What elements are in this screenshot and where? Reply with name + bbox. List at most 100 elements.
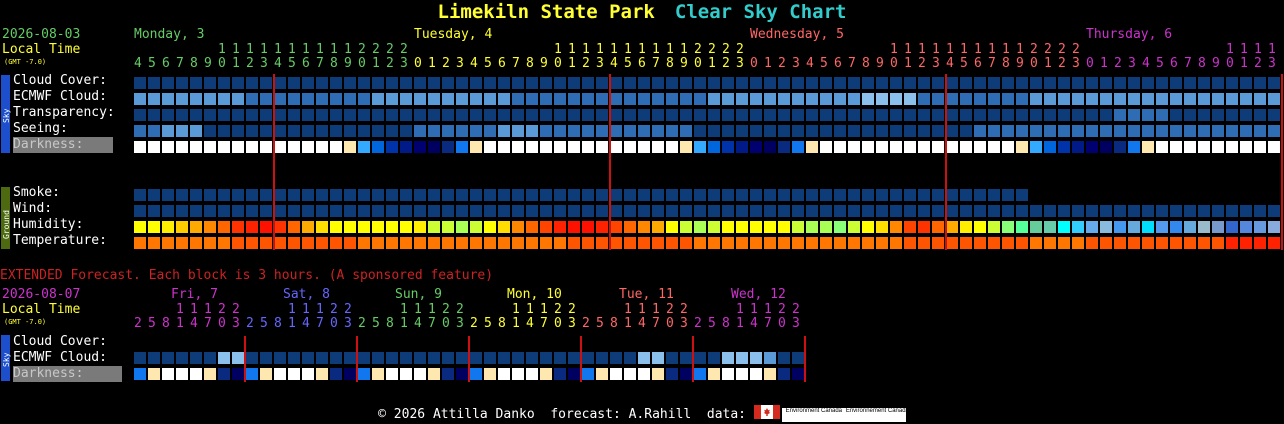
extended-darkness-cell xyxy=(204,368,216,380)
transparency-cell xyxy=(1030,109,1042,121)
temperature-cell xyxy=(862,237,874,249)
hour-ones: 3 xyxy=(736,56,744,71)
humidity-cell xyxy=(862,221,874,233)
temperature-cell xyxy=(358,237,370,249)
darkness-cell xyxy=(176,141,188,153)
wind-cell xyxy=(764,205,776,217)
hour-ones: 0 xyxy=(890,56,898,71)
wind-cell xyxy=(190,205,202,217)
ecmwf-cloud-cell xyxy=(1044,93,1056,105)
hour-tens: 2 xyxy=(1030,42,1038,57)
extended-darkness-cell xyxy=(148,368,160,380)
seeing-cell xyxy=(554,125,566,137)
extended-darkness-cell xyxy=(414,368,426,380)
extended-midnight-line xyxy=(580,336,582,382)
darkness-cell xyxy=(442,141,454,153)
sky-row-label: Darkness: xyxy=(13,137,113,153)
seeing-cell xyxy=(1142,125,1154,137)
cloud-cover-cell xyxy=(372,77,384,89)
cloud-cover-cell xyxy=(1058,77,1070,89)
wind-cell xyxy=(736,205,748,217)
smoke-cell xyxy=(680,189,692,201)
cloud-cover-cell xyxy=(666,77,678,89)
hour-ones: 1 xyxy=(904,56,912,71)
wind-cell xyxy=(876,205,888,217)
extended-darkness-cell xyxy=(162,368,174,380)
transparency-cell xyxy=(862,109,874,121)
temperature-cell xyxy=(736,237,748,249)
cloud-cover-cell xyxy=(344,77,356,89)
transparency-cell xyxy=(1198,109,1210,121)
smoke-cell xyxy=(400,189,412,201)
seeing-cell xyxy=(1226,125,1238,137)
seeing-cell xyxy=(484,125,496,137)
extended-hour-ones: 4 xyxy=(638,316,646,331)
extended-hour-tens: 1 xyxy=(638,302,646,317)
ecmwf-cloud-cell xyxy=(372,93,384,105)
cloud-cover-cell xyxy=(736,77,748,89)
darkness-cell xyxy=(526,141,538,153)
seeing-cell xyxy=(1072,125,1084,137)
hour-tens: 1 xyxy=(274,42,282,57)
transparency-cell xyxy=(386,109,398,121)
smoke-cell xyxy=(918,189,930,201)
day-label: Tuesday, 4 xyxy=(414,27,493,42)
ecmwf-cloud-cell xyxy=(1184,93,1196,105)
darkness-cell xyxy=(862,141,874,153)
extended-darkness-cell xyxy=(358,368,370,380)
humidity-cell xyxy=(456,221,468,233)
transparency-cell xyxy=(526,109,538,121)
hour-ones: 1 xyxy=(764,56,772,71)
darkness-cell xyxy=(162,141,174,153)
extended-hour-ones: 5 xyxy=(260,316,268,331)
smoke-cell xyxy=(652,189,664,201)
extended-hour-tens: 2 xyxy=(232,302,240,317)
extended-sky-row-label: Cloud Cover: xyxy=(13,334,107,349)
seeing-cell xyxy=(568,125,580,137)
temperature-cell xyxy=(610,237,622,249)
hour-tens: 1 xyxy=(260,42,268,57)
extended-hour-ones: 1 xyxy=(288,316,296,331)
extended-darkness-cell xyxy=(652,368,664,380)
extended-hour-tens: 2 xyxy=(680,302,688,317)
hour-tens: 1 xyxy=(974,42,982,57)
midnight-line xyxy=(609,74,611,250)
darkness-cell xyxy=(540,141,552,153)
wind-cell xyxy=(204,205,216,217)
temperature-cell xyxy=(820,237,832,249)
wind-cell xyxy=(1100,205,1112,217)
cloud-cover-cell xyxy=(1072,77,1084,89)
smoke-cell xyxy=(554,189,566,201)
smoke-cell xyxy=(456,189,468,201)
cloud-cover-cell xyxy=(568,77,580,89)
darkness-cell xyxy=(946,141,958,153)
day-label: Wednesday, 5 xyxy=(750,27,844,42)
transparency-cell xyxy=(582,109,594,121)
seeing-cell xyxy=(890,125,902,137)
cloud-cover-cell xyxy=(554,77,566,89)
hour-ones: 7 xyxy=(512,56,520,71)
smoke-cell xyxy=(218,189,230,201)
hour-ones: 4 xyxy=(946,56,954,71)
extended-darkness-cell xyxy=(750,368,762,380)
temperature-cell xyxy=(470,237,482,249)
temperature-cell xyxy=(1030,237,1042,249)
cloud-cover-cell xyxy=(876,77,888,89)
transparency-cell xyxy=(1142,109,1154,121)
smoke-cell xyxy=(904,189,916,201)
humidity-cell xyxy=(1086,221,1098,233)
extended-local-time: Local Time xyxy=(2,302,81,317)
ecmwf-cloud-cell xyxy=(316,93,328,105)
extended-ecmwf-cell xyxy=(764,352,776,364)
humidity-cell xyxy=(610,221,622,233)
wind-cell xyxy=(624,205,636,217)
hour-tens: 1 xyxy=(330,42,338,57)
smoke-cell xyxy=(302,189,314,201)
humidity-cell xyxy=(232,221,244,233)
ecmwf-cloud-cell xyxy=(932,93,944,105)
seeing-cell xyxy=(876,125,888,137)
ecmwf-cloud-cell xyxy=(1100,93,1112,105)
wind-cell xyxy=(400,205,412,217)
smoke-cell xyxy=(708,189,720,201)
humidity-cell xyxy=(204,221,216,233)
